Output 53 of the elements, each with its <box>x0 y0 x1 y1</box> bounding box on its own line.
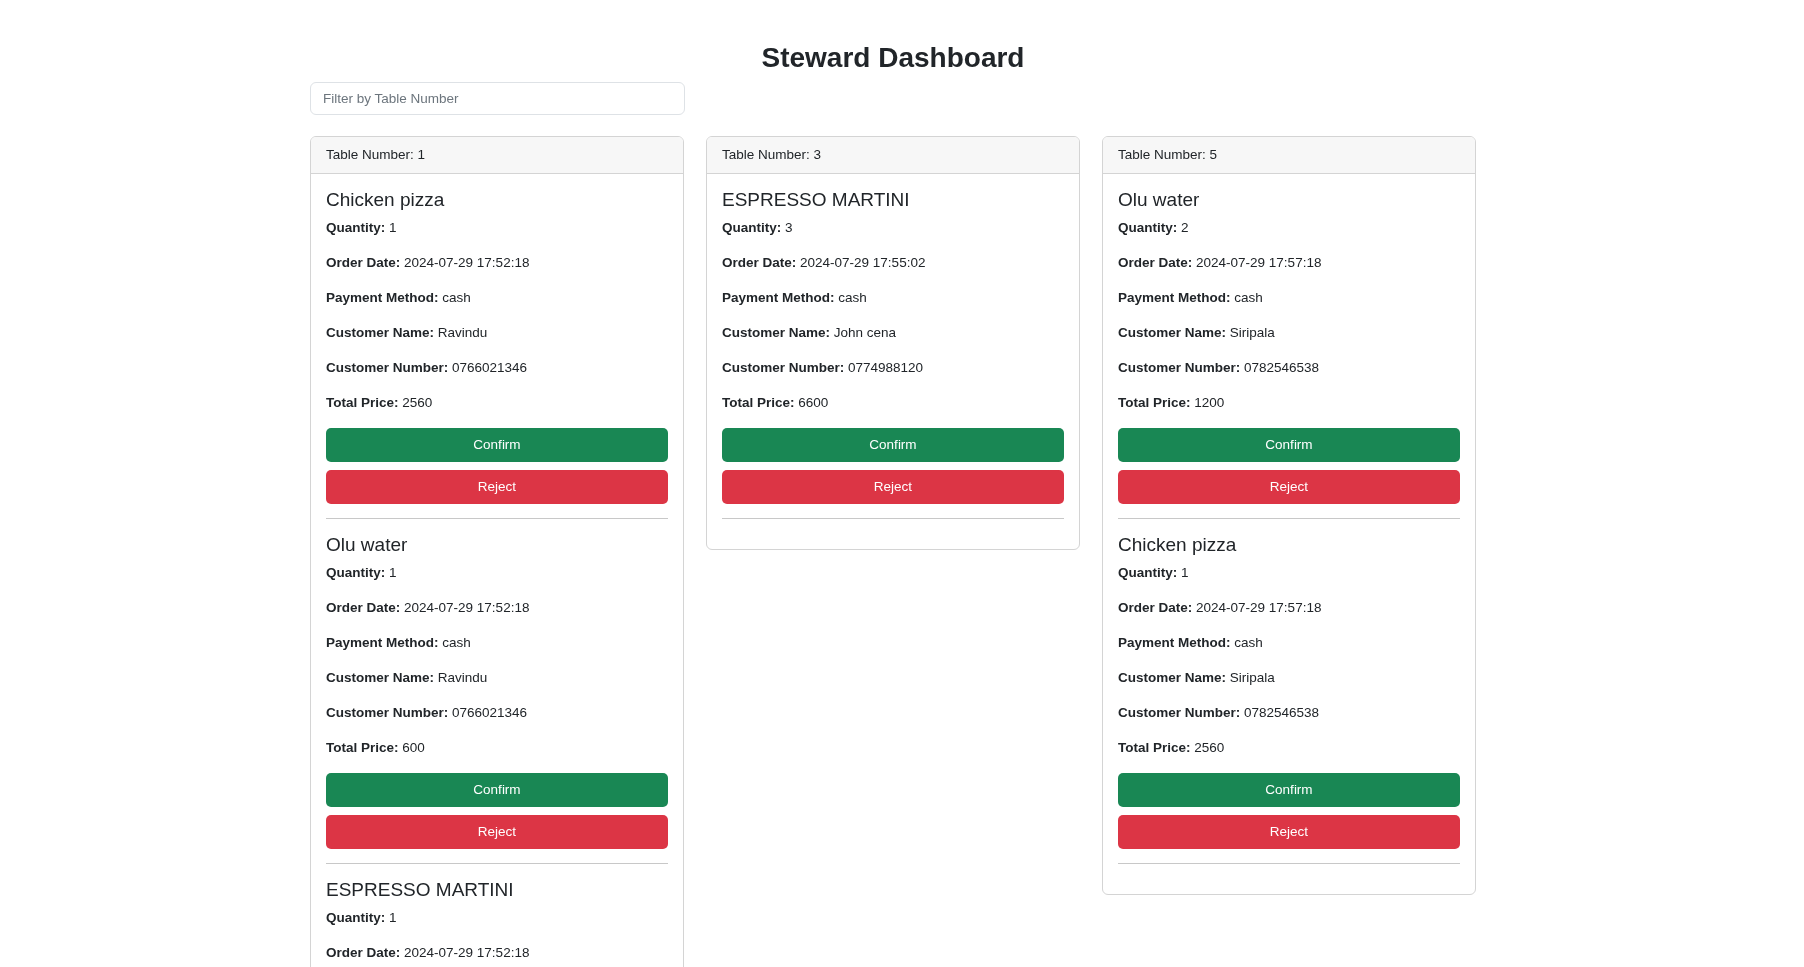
order-detail: Customer Name: Ravindu <box>326 669 489 687</box>
item-name: Chicken pizza <box>1118 533 1238 557</box>
order-detail: Customer Name: Ravindu <box>326 324 489 342</box>
item-name: Olu water <box>326 533 409 557</box>
order-detail: Order Date: 2024-07-29 17:52:18 <box>326 599 531 617</box>
filter-input[interactable]: Filter by Table Number <box>310 82 685 115</box>
confirm-button[interactable]: Confirm <box>326 773 668 807</box>
confirm-button[interactable]: Confirm <box>1118 428 1460 462</box>
order-detail: Payment Method: cash <box>1118 634 1264 652</box>
order-detail: Order Date: 2024-07-29 17:55:02 <box>722 254 927 272</box>
item-name: Olu water <box>1118 188 1201 212</box>
table-number-header: Table Number: 3 <box>707 137 1079 174</box>
order-detail: Customer Number: 0766021346 <box>326 704 529 722</box>
order-detail: Quantity: 1 <box>326 564 398 582</box>
order-detail: Order Date: 2024-07-29 17:57:18 <box>1118 599 1323 617</box>
order-detail: Total Price: 6600 <box>722 394 830 412</box>
reject-button[interactable]: Reject <box>1118 470 1460 504</box>
order-detail: Customer Name: John cena <box>722 324 898 342</box>
order-detail: Quantity: 1 <box>326 219 398 237</box>
page-title: Steward Dashboard <box>760 41 1026 75</box>
order-detail: Total Price: 2560 <box>1118 739 1226 757</box>
item-name: Chicken pizza <box>326 188 446 212</box>
order-detail: Payment Method: cash <box>326 634 472 652</box>
item-name: ESPRESSO MARTINI <box>326 878 515 902</box>
reject-button[interactable]: Reject <box>722 470 1064 504</box>
order-detail: Total Price: 1200 <box>1118 394 1226 412</box>
confirm-button[interactable]: Confirm <box>722 428 1064 462</box>
order-detail: Customer Number: 0782546538 <box>1118 359 1321 377</box>
order-detail: Customer Number: 0782546538 <box>1118 704 1321 722</box>
table-number-header: Table Number: 5 <box>1103 137 1475 174</box>
reject-button[interactable]: Reject <box>326 470 668 504</box>
item-name: ESPRESSO MARTINI <box>722 188 911 212</box>
order-detail: Payment Method: cash <box>326 289 472 307</box>
order-detail: Total Price: 600 <box>326 739 426 757</box>
order-detail: Order Date: 2024-07-29 17:57:18 <box>1118 254 1323 272</box>
order-detail: Order Date: 2024-07-29 17:52:18 <box>326 944 531 962</box>
order-detail: Payment Method: cash <box>722 289 868 307</box>
order-detail: Total Price: 2560 <box>326 394 434 412</box>
order-detail: Customer Number: 0766021346 <box>326 359 529 377</box>
confirm-button[interactable]: Confirm <box>326 428 668 462</box>
order-detail: Quantity: 1 <box>326 909 398 927</box>
order-detail: Quantity: 1 <box>1118 564 1190 582</box>
confirm-button[interactable]: Confirm <box>1118 773 1460 807</box>
reject-button[interactable]: Reject <box>1118 815 1460 849</box>
order-detail: Customer Name: Siripala <box>1118 324 1276 342</box>
order-detail: Quantity: 3 <box>722 219 794 237</box>
order-detail: Customer Number: 0774988120 <box>722 359 925 377</box>
order-detail: Payment Method: cash <box>1118 289 1264 307</box>
table-number-header: Table Number: 1 <box>311 137 683 174</box>
order-detail: Quantity: 2 <box>1118 219 1190 237</box>
order-detail: Order Date: 2024-07-29 17:52:18 <box>326 254 531 272</box>
reject-button[interactable]: Reject <box>326 815 668 849</box>
order-detail: Customer Name: Siripala <box>1118 669 1276 687</box>
